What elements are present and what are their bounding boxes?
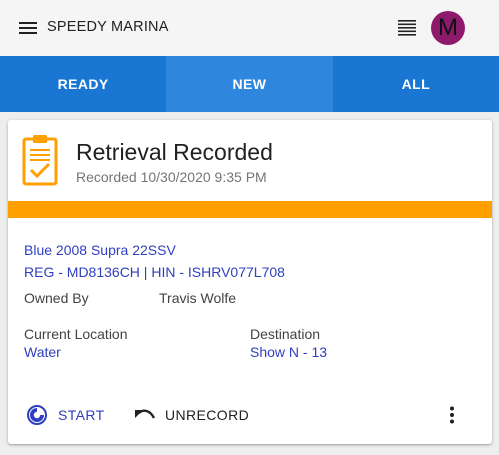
card-subtitle: Recorded 10/30/2020 9:35 PM <box>76 169 267 185</box>
start-button[interactable]: START <box>26 402 105 428</box>
user-avatar[interactable]: M <box>431 11 465 45</box>
menu-button[interactable] <box>12 14 44 42</box>
unrecord-label: UNRECORD <box>165 407 250 423</box>
app-root: SPEEDY MARINA M READY NEW ALL Retrieval … <box>0 0 499 455</box>
start-timer-icon <box>27 405 47 425</box>
current-location-label: Current Location <box>24 326 128 342</box>
list-view-button[interactable] <box>393 14 421 42</box>
app-title: SPEEDY MARINA <box>47 19 169 35</box>
destination-value[interactable]: Show N - 13 <box>250 344 327 360</box>
current-location-value[interactable]: Water <box>24 344 61 360</box>
owner-name: Travis Wolfe <box>159 290 237 306</box>
top-app-bar: SPEEDY MARINA M <box>0 0 499 56</box>
status-color-bar <box>8 201 492 218</box>
tab-all[interactable]: ALL <box>333 56 499 112</box>
unrecord-button[interactable]: UNRECORD <box>134 402 249 428</box>
hamburger-menu-icon <box>19 22 37 34</box>
clipboard-check-icon <box>22 135 58 186</box>
status-tabs: READY NEW ALL <box>0 56 499 112</box>
more-vertical-icon <box>450 406 454 424</box>
retrieval-card[interactable]: Retrieval Recorded Recorded 10/30/2020 9… <box>8 120 492 444</box>
boat-name-link[interactable]: Blue 2008 Supra 22SSV <box>24 242 176 258</box>
card-title: Retrieval Recorded <box>76 139 273 165</box>
undo-icon <box>135 409 156 419</box>
start-label: START <box>58 407 105 423</box>
destination-label: Destination <box>250 326 321 342</box>
boat-ids-link[interactable]: REG - MD8136CH | HIN - ISHRV077L708 <box>24 264 285 280</box>
list-view-icon <box>398 20 416 36</box>
tab-ready[interactable]: READY <box>0 56 166 112</box>
owned-by-label: Owned By <box>24 290 89 306</box>
more-options-button[interactable] <box>442 403 462 427</box>
tab-new[interactable]: NEW <box>166 56 333 112</box>
